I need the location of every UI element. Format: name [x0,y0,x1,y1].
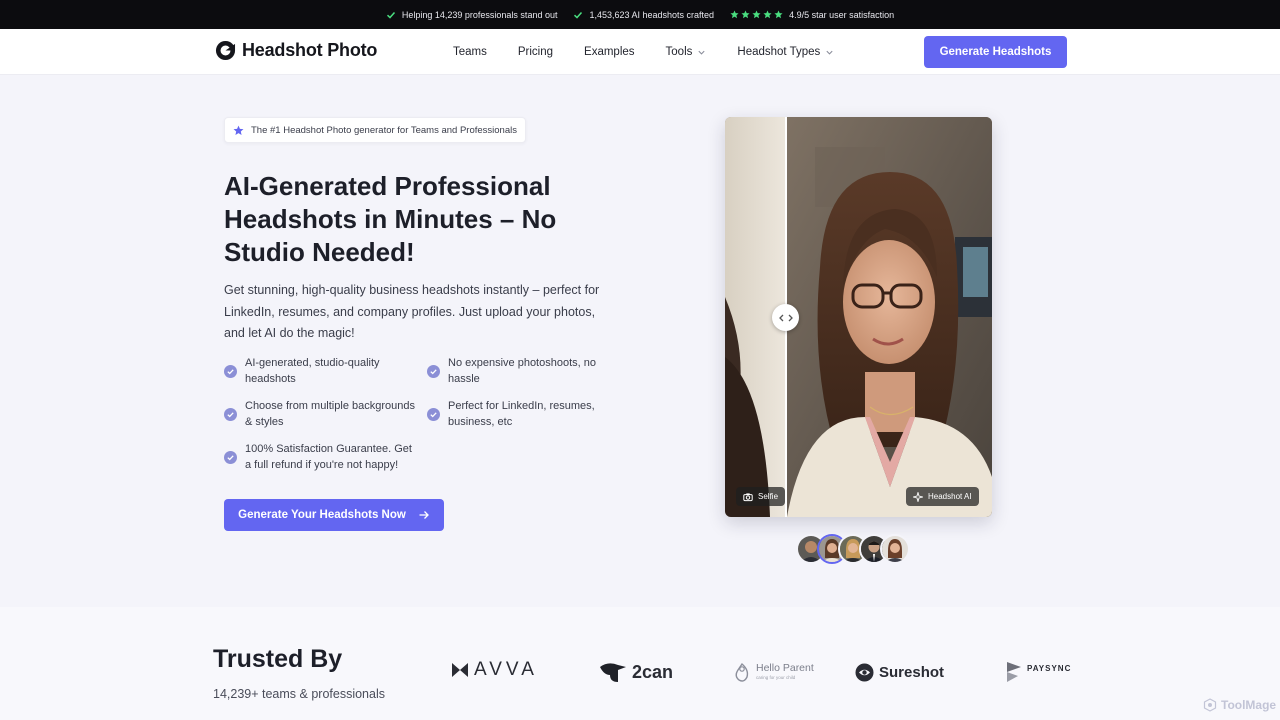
check-circle-icon [427,365,440,378]
check-icon [386,11,395,19]
feature-item: No expensive photoshoots, no hassle [427,355,617,387]
logo-text: Hello Parent [756,662,814,674]
arrow-right-icon [419,511,429,519]
nav-item-headshot-types[interactable]: Headshot Types [737,46,834,58]
hero-badge: The #1 Headshot Photo generator for Team… [224,117,526,143]
nav-item-tools[interactable]: Tools [666,46,707,58]
paysync-logo-icon [1007,662,1021,682]
feature-text: AI-generated, studio-quality headshots [245,357,380,385]
headshot-ai-label: Headshot AI [906,487,979,506]
before-after-comparison[interactable]: Selfie Headshot AI [725,117,992,517]
generate-headshots-button[interactable]: Generate Headshots [924,36,1067,68]
announcement-crafted: 1,453,623 AI headshots crafted [573,10,714,20]
nav-label: Examples [584,46,635,58]
trusted-title: Trusted By [213,645,343,673]
nav-label: Headshot Types [737,46,821,58]
comparison-slider-handle[interactable] [772,304,799,331]
announcement-text: 1,453,623 AI headshots crafted [589,9,715,20]
selfie-label: Selfie [736,487,786,506]
announcement-bar: Helping 14,239 professionals stand out 1… [0,0,1280,29]
site-logo[interactable]: Headshot Photo [215,40,377,61]
watermark: ToolMage [1203,698,1276,712]
logo-text: AVVA [474,659,538,680]
nav-item-teams[interactable]: Teams [453,46,487,58]
hello-parent-wordmark: Hello Parent caring for your child [756,662,814,682]
star-icon [763,10,772,19]
trusted-by-section: Trusted By 14,239+ teams & professionals… [0,607,1280,720]
feature-text: No expensive photoshoots, no hassle [448,357,596,385]
camera-icon [743,492,753,501]
watermark-text: ToolMage [1221,698,1277,712]
site-header: Headshot Photo Teams Pricing Examples To… [0,29,1280,75]
logo-tagline: caring for your child [756,675,796,680]
nav-item-examples[interactable]: Examples [584,46,635,58]
announcement-rating: 4.9/5 star user satisfaction [730,10,894,20]
rating-stars [730,10,783,19]
chevron-down-icon [698,50,705,55]
hero-description: Get stunning, high-quality business head… [224,283,600,340]
2can-logo-icon [600,663,626,682]
nav-item-pricing[interactable]: Pricing [518,46,553,58]
logo-avva: AVVA [451,659,538,681]
check-circle-icon [224,365,237,378]
check-icon [574,11,583,19]
logo-icon [215,40,236,61]
generate-your-headshots-button[interactable]: Generate Your Headshots Now [224,499,444,531]
badge-text: The #1 Headshot Photo generator for Team… [251,124,517,136]
hero-title: AI-Generated Professional Headshots in M… [224,171,557,267]
sparkle-icon [913,491,923,502]
star-icon [774,10,783,19]
nav-label: Pricing [517,46,554,58]
check-circle-icon [224,451,237,464]
announcement-professionals: Helping 14,239 professionals stand out [386,9,558,20]
announcement-text: Helping 14,239 professionals stand out [401,9,558,20]
main-nav: Teams Pricing Examples Tools Headshot Ty… [453,29,865,75]
watermark-icon [1203,698,1217,712]
avva-logo-icon [452,663,468,677]
nav-label: Tools [665,46,693,58]
logo-text: PAYSYNC [1027,663,1072,673]
star-icon [730,10,739,19]
logo-2can: 2can [600,661,673,683]
star-icon [741,10,750,19]
hello-parent-logo-icon [735,662,749,682]
logo-text: 2can [632,661,674,682]
feature-text: Perfect for LinkedIn, resumes, business,… [448,400,595,428]
check-circle-icon [427,408,440,421]
feature-item: AI-generated, studio-quality headshots [224,355,414,387]
avatar[interactable] [880,534,910,564]
check-circle-icon [224,408,237,421]
feature-text: 100% Satisfaction Guarantee. Get a full … [245,443,412,471]
nav-label: Teams [453,46,487,58]
headshot-photo [725,117,992,517]
avatar-image [882,536,908,562]
logo-paysync: PAYSYNC [1006,661,1071,683]
star-icon [752,10,761,19]
logo-hello-parent: Hello Parent caring for your child [733,662,814,684]
feature-text: Choose from multiple backgrounds & style… [245,400,415,428]
example-avatars [796,534,910,566]
sureshot-logo-icon [855,663,874,682]
star-icon [233,125,244,135]
announcement-text: 4.9/5 star user satisfaction [789,9,895,20]
logo-text: Sureshot [879,664,945,681]
feature-item: Choose from multiple backgrounds & style… [224,398,419,430]
logo-text: Headshot Photo [242,40,378,60]
cta-label: Generate Your Headshots Now [238,509,406,521]
chevron-left-right-icon [778,314,793,321]
chevron-down-icon [826,50,833,55]
logo-sureshot: Sureshot [855,663,944,682]
headshot-ai-label-text: Headshot AI [928,492,972,501]
trusted-subtitle: 14,239+ teams & professionals [213,687,385,701]
feature-item: 100% Satisfaction Guarantee. Get a full … [224,441,416,473]
selfie-label-text: Selfie [758,492,779,501]
feature-item: Perfect for LinkedIn, resumes, business,… [427,398,607,430]
